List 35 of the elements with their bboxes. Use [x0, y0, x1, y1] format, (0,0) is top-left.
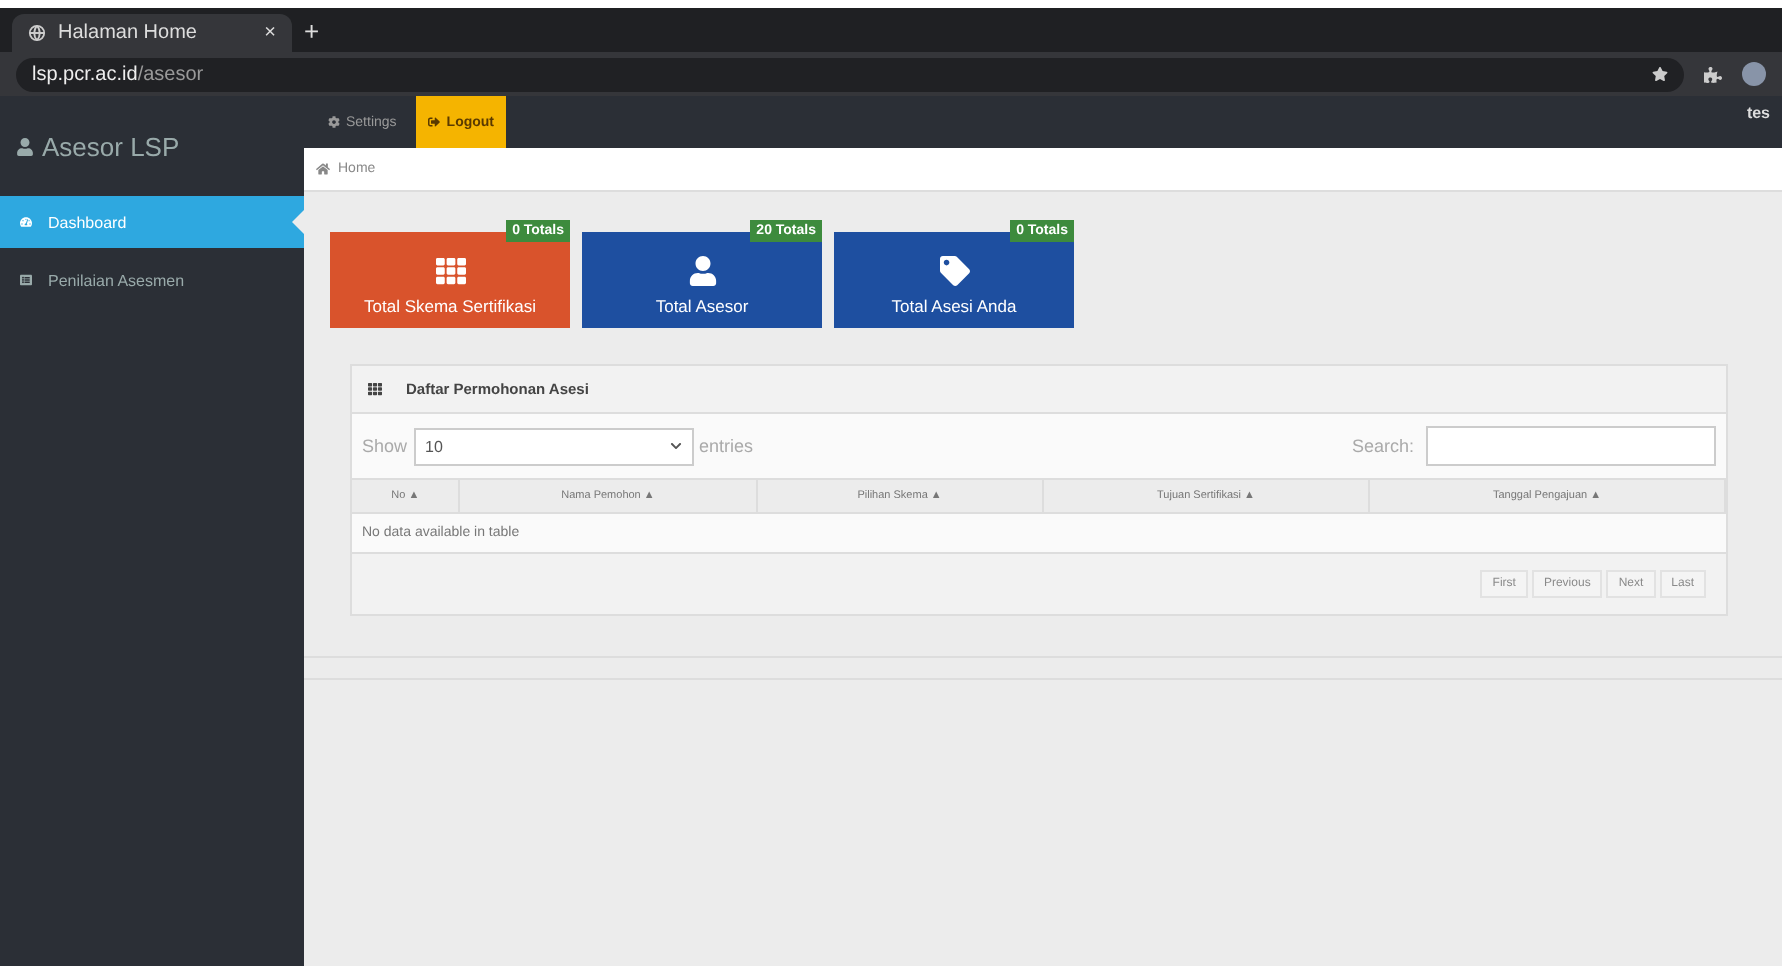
entries-label: entries	[699, 436, 754, 456]
globe-icon	[28, 24, 46, 42]
gauge-icon	[20, 216, 32, 228]
sidebar-item[interactable]: Penilaian Asesmen	[0, 254, 304, 306]
user-icon	[16, 137, 34, 155]
puzzle-icon[interactable]	[1704, 65, 1722, 83]
new-tab-button[interactable]: +	[304, 16, 320, 46]
sidebar-item[interactable]: Dashboard	[0, 196, 304, 248]
address-bar[interactable]: lsp.pcr.ac.id/asesor	[16, 57, 1684, 91]
tag-icon	[939, 256, 969, 286]
stat-card[interactable]: Total Asesi Anda	[834, 232, 1074, 328]
home-icon	[316, 162, 330, 176]
browser-tab[interactable]: Halaman Home ×	[12, 14, 292, 52]
grid-icon	[435, 256, 465, 286]
stat-label: Total Asesor	[655, 296, 749, 316]
search-label: Search:	[1351, 436, 1414, 456]
stat-label: Total Asesi Anda	[891, 296, 1017, 316]
tab-title: Halaman Home	[58, 22, 199, 44]
stat-label: Total Skema Sertifikasi	[364, 296, 536, 316]
user-icon	[687, 256, 717, 286]
star-icon[interactable]	[1652, 66, 1668, 82]
user-name[interactable]: tes	[1734, 96, 1782, 148]
chevron-down-icon	[669, 440, 682, 452]
avatar-icon[interactable]	[1742, 62, 1766, 86]
brand-title: Asesor LSP	[42, 131, 180, 161]
stat-card[interactable]: Total Asesor	[582, 232, 822, 328]
settings-icon	[328, 116, 340, 128]
close-tab-button[interactable]: ×	[264, 22, 276, 44]
show-label: Show	[362, 436, 408, 456]
stat-card[interactable]: Total Skema Sertifikasi	[330, 232, 570, 328]
page-size-select[interactable]: 10	[413, 427, 694, 465]
search-field[interactable]	[1426, 426, 1716, 466]
table-icon	[368, 382, 382, 396]
list-icon	[20, 274, 32, 286]
logout-icon	[428, 116, 441, 128]
